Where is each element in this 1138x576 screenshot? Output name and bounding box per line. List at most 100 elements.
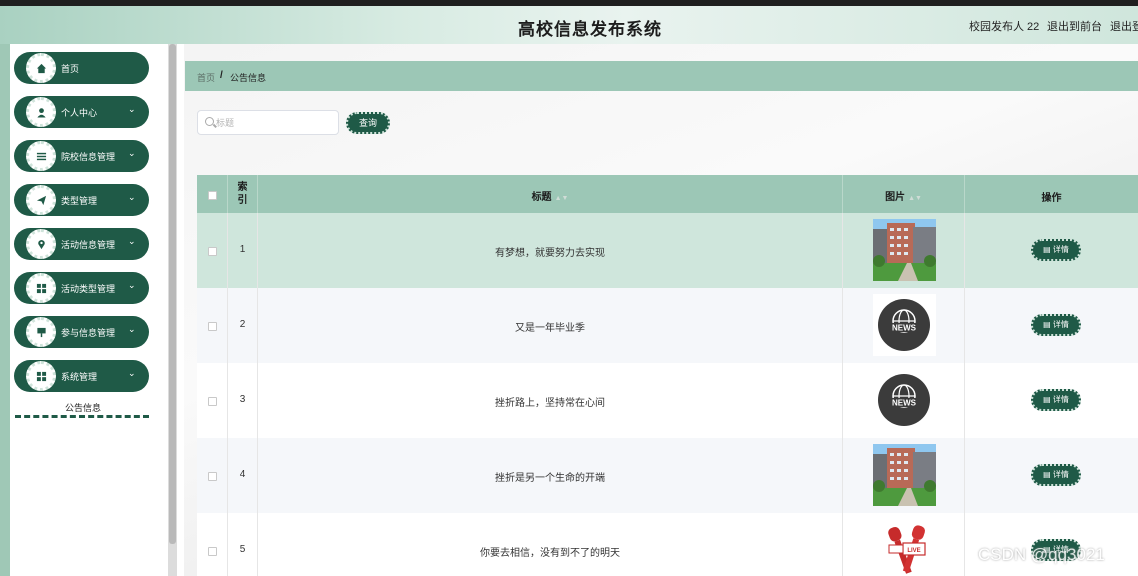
query-button[interactable]: 查询 xyxy=(346,112,390,134)
document-icon: ▤ xyxy=(1043,320,1053,329)
sidebar-item-label: 类型管理 xyxy=(61,196,98,206)
table-row[interactable]: 4 挫折是另一个生命的开端 ▤ 详情 xyxy=(197,438,1138,513)
breadcrumb-separator: / xyxy=(220,70,223,81)
news-globe-image[interactable]: NEWS xyxy=(873,294,936,356)
row-index: 1 xyxy=(239,244,246,255)
row-title: 你要去相信，没有到不了的明天 xyxy=(480,548,620,559)
row-title-cell: 你要去相信，没有到不了的明天 xyxy=(258,513,843,576)
chevron-down-icon: ⌄ xyxy=(128,324,136,334)
menu-icon-badge xyxy=(26,270,56,306)
grid-icon xyxy=(34,281,48,295)
row-index-cell: 5 xyxy=(228,513,258,576)
front-link[interactable]: 退出到前台 xyxy=(1047,18,1102,34)
row-index-cell: 3 xyxy=(228,363,258,438)
campus-photo-image[interactable] xyxy=(873,219,936,281)
row-index: 2 xyxy=(239,319,246,330)
row-select-cell xyxy=(197,213,228,288)
breadcrumb-current: 公告信息 xyxy=(230,73,267,83)
sidebar-item-label: 参与信息管理 xyxy=(61,328,116,338)
sort-icon[interactable]: ▲▼ xyxy=(908,195,922,202)
sidebar-scrollbar[interactable] xyxy=(168,44,177,576)
table-row[interactable]: 3 挫折路上，坚持常在心间 NEWS ▤ 详情 xyxy=(197,363,1138,438)
user-label: 校园发布人 22 xyxy=(969,21,1040,33)
row-checkbox[interactable] xyxy=(208,322,217,331)
svg-text:NEWS: NEWS xyxy=(892,399,917,408)
header-title[interactable]: 标题 ▲▼ xyxy=(258,175,843,213)
header-index-label: 索 引 xyxy=(237,182,248,206)
row-select-cell xyxy=(197,438,228,513)
header-image[interactable]: 图片 ▲▼ xyxy=(843,175,965,213)
live-mic-image[interactable]: LIVE xyxy=(873,519,936,576)
campus-photo-image[interactable] xyxy=(873,444,936,506)
sort-icon[interactable]: ▲▼ xyxy=(555,195,569,202)
detail-button[interactable]: ▤ 详情 xyxy=(1031,314,1081,336)
header-index: 索 引 xyxy=(228,175,258,213)
sidebar-item-activity-info[interactable]: 活动信息管理 ⌄ xyxy=(14,228,149,260)
header-actions: 操作 xyxy=(965,175,1138,213)
sidebar-item-home[interactable]: 首页 xyxy=(14,52,149,84)
row-title: 挫折路上，坚持常在心间 xyxy=(495,398,605,409)
row-index: 4 xyxy=(239,469,246,480)
header-image-wrap: 图片 ▲▼ xyxy=(843,188,964,203)
menu-icon-badge xyxy=(26,358,56,394)
row-checkbox[interactable] xyxy=(208,547,217,556)
list-icon xyxy=(34,149,48,163)
row-select-cell xyxy=(197,288,228,363)
search-field[interactable] xyxy=(197,110,339,135)
menu-icon-badge xyxy=(26,138,56,174)
row-checkbox[interactable] xyxy=(208,472,217,481)
board-icon xyxy=(34,325,48,339)
sidebar-item-school-info[interactable]: 院校信息管理 ⌄ xyxy=(14,140,149,172)
detail-button[interactable]: ▤ 详情 xyxy=(1031,239,1081,261)
header-title-wrap: 标题 ▲▼ xyxy=(258,188,842,203)
row-index: 3 xyxy=(239,394,246,405)
watermark: CSDN @qq3021 xyxy=(978,545,1105,564)
row-checkbox[interactable] xyxy=(208,247,217,256)
svg-text:LIVE: LIVE xyxy=(907,548,920,554)
table-row[interactable]: 2 又是一年毕业季 NEWS ▤ 详情 xyxy=(197,288,1138,363)
menu-icon-badge xyxy=(26,226,56,262)
sidebar-item-label: 系统管理 xyxy=(61,372,98,382)
row-actions-cell: ▤ 详情 xyxy=(965,288,1138,363)
sidebar-item-system[interactable]: 系统管理 ⌄ xyxy=(14,360,149,392)
chevron-down-icon: ⌄ xyxy=(128,236,136,246)
header-title-label: 标题 xyxy=(531,192,552,203)
row-actions-cell: ▤ 详情 xyxy=(965,213,1138,288)
sidebar-item-type-manage[interactable]: 类型管理 ⌄ xyxy=(14,184,149,216)
location-icon xyxy=(34,237,48,251)
send-icon xyxy=(34,193,48,207)
row-actions-cell: ▤ 详情 xyxy=(965,438,1138,513)
table-row[interactable]: 1 有梦想，就要努力去实现 ▤ 详情 xyxy=(197,213,1138,288)
row-title: 挫折是另一个生命的开端 xyxy=(495,473,605,484)
chevron-down-icon: ⌄ xyxy=(128,192,136,202)
detail-button-label: 详情 xyxy=(1052,245,1069,254)
detail-button-label: 详情 xyxy=(1052,320,1069,329)
sidebar-scrollbar-thumb[interactable] xyxy=(169,44,176,544)
sidebar-item-participation[interactable]: 参与信息管理 ⌄ xyxy=(14,316,149,348)
row-index-cell: 2 xyxy=(228,288,258,363)
row-image-cell xyxy=(843,438,965,513)
menu-icon-badge xyxy=(26,182,56,218)
table-header: 索 引 标题 ▲▼ 图片 ▲▼ 操作 xyxy=(197,175,1138,213)
detail-button[interactable]: ▤ 详情 xyxy=(1031,464,1081,486)
row-image-cell: NEWS xyxy=(843,363,965,438)
chevron-down-icon: ⌄ xyxy=(128,280,136,290)
breadcrumb-home[interactable]: 首页 xyxy=(197,71,215,84)
select-all-checkbox[interactable] xyxy=(208,191,217,200)
sidebar-subitem-notice[interactable]: 公告信息 xyxy=(15,396,149,418)
news-globe-image[interactable]: NEWS xyxy=(873,369,936,431)
row-title: 又是一年毕业季 xyxy=(515,323,585,334)
row-checkbox[interactable] xyxy=(208,397,217,406)
document-icon: ▤ xyxy=(1043,395,1053,404)
header-actions-label: 操作 xyxy=(1041,193,1062,204)
logout-link[interactable]: 退出登 xyxy=(1110,18,1138,34)
row-index: 5 xyxy=(239,544,246,555)
sidebar-item-activity-type[interactable]: 活动类型管理 ⌄ xyxy=(14,272,149,304)
document-icon: ▤ xyxy=(1043,470,1053,479)
detail-button[interactable]: ▤ 详情 xyxy=(1031,389,1081,411)
app-title: 高校信息发布系统 xyxy=(518,20,662,39)
search-input[interactable] xyxy=(216,114,334,131)
row-title-cell: 又是一年毕业季 xyxy=(258,288,843,363)
sidebar-item-personal-center[interactable]: 个人中心 ⌄ xyxy=(14,96,149,128)
sidebar-item-label: 个人中心 xyxy=(61,108,98,118)
